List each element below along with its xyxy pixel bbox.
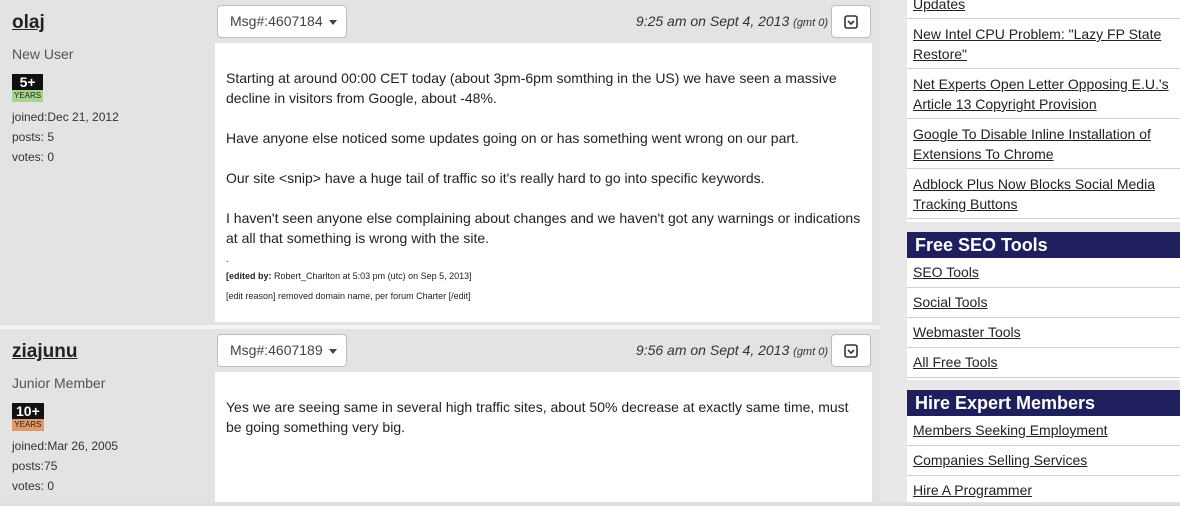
edit-note-label: [edited by: <box>226 271 272 281</box>
vote-count: votes: 0 <box>12 150 55 164</box>
tool-item: SEO Tools <box>907 258 1180 288</box>
post-count: posts: 5 <box>12 130 55 144</box>
tool-link[interactable]: All Free Tools <box>907 352 1180 372</box>
user-info: ziajunu Junior Member 10+ YEARS joined:M… <box>12 341 207 496</box>
post-body: Yes we are seeing same in several high t… <box>215 372 872 502</box>
free-seo-tools-panel: Free SEO Tools SEO Tools Social Tools We… <box>907 232 1180 380</box>
years-badge: 5+ YEARS <box>12 74 44 102</box>
post-paragraph: Our site <snip> have a huge tail of traf… <box>226 170 765 186</box>
news-item: Adblock Plus Now Blocks Social Media Tra… <box>907 169 1180 219</box>
message-id-label: Msg#:4607189 <box>230 342 323 358</box>
hire-link[interactable]: Companies Selling Services <box>907 450 1180 470</box>
news-link[interactable]: New Intel CPU Problem: "Lazy FP State Re… <box>907 24 1180 64</box>
caret-down-icon <box>328 19 337 25</box>
news-link[interactable]: Adblock Plus Now Blocks Social Media Tra… <box>907 174 1180 214</box>
hire-expert-members-panel: Hire Expert Members Members Seeking Empl… <box>907 390 1180 506</box>
user-meta: joined:Mar 26, 2005 posts:75 votes: 0 <box>12 436 207 496</box>
post-time: 9:56 am on Sept 4, 2013 <box>635 342 790 358</box>
caret-down-icon <box>328 348 337 354</box>
collapse-button[interactable] <box>831 334 871 367</box>
news-link[interactable]: Google To Disable Inline Installation of… <box>907 124 1180 164</box>
post-paragraph: Yes we are seeing same in several high t… <box>226 399 849 435</box>
post-timestamp: 9:56 am on Sept 4, 2013 (gmt 0) <box>636 342 828 360</box>
post: olaj New User 5+ YEARS joined:Dec 21, 20… <box>0 0 880 325</box>
message-id-label: Msg#:4607184 <box>230 13 323 29</box>
news-item: Updates <box>907 0 1180 19</box>
post-time: 9:25 am on Sept 4, 2013 <box>635 13 790 29</box>
post-count: posts:75 <box>12 459 58 473</box>
post-timezone: (gmt 0) <box>793 346 828 358</box>
years-badge-label: YEARS <box>12 90 44 102</box>
message-id-dropdown[interactable]: Msg#:4607184 <box>217 5 347 38</box>
joined-date: joined:Mar 26, 2005 <box>12 439 119 453</box>
collapse-button[interactable] <box>831 5 871 38</box>
post-paragraph: Have anyone else noticed some updates go… <box>226 130 799 146</box>
panel-heading: Hire Expert Members <box>907 390 1180 416</box>
hire-link[interactable]: Members Seeking Employment <box>907 420 1180 440</box>
years-badge-count: 10+ <box>12 403 44 419</box>
hire-link[interactable]: Hire A Programmer <box>907 480 1180 500</box>
edit-note-details: Robert_Charlton at 5:03 pm (utc) on Sep … <box>274 271 472 281</box>
posts-column: olaj New User 5+ YEARS joined:Dec 21, 20… <box>0 0 880 502</box>
message-id-dropdown[interactable]: Msg#:4607189 <box>217 334 347 367</box>
tool-item: Webmaster Tools <box>907 318 1180 348</box>
news-item: New Intel CPU Problem: "Lazy FP State Re… <box>907 19 1180 69</box>
years-badge-label: YEARS <box>12 419 44 431</box>
user-info: olaj New User 5+ YEARS joined:Dec 21, 20… <box>12 12 207 167</box>
tool-item: All Free Tools <box>907 348 1180 378</box>
post-body: Starting at around 00:00 CET today (abou… <box>215 43 872 322</box>
trailing-dot: . <box>226 254 229 264</box>
post-paragraph: I haven't seen anyone else complaining a… <box>226 210 861 246</box>
post: ziajunu Junior Member 10+ YEARS joined:M… <box>0 329 880 502</box>
hire-item: Members Seeking Employment <box>907 416 1180 446</box>
news-link[interactable]: Updates <box>907 0 1180 14</box>
sidebar: Updates New Intel CPU Problem: "Lazy FP … <box>880 0 1180 506</box>
news-item: Net Experts Open Letter Opposing E.U.'s … <box>907 69 1180 119</box>
edit-note: [edited by: Robert_Charlton at 5:03 pm (… <box>226 270 861 282</box>
tool-link[interactable]: Webmaster Tools <box>907 322 1180 342</box>
tool-link[interactable]: Social Tools <box>907 292 1180 312</box>
years-badge: 10+ YEARS <box>12 403 44 431</box>
news-list: Updates New Intel CPU Problem: "Lazy FP … <box>907 0 1180 222</box>
post-paragraph: Starting at around 00:00 CET today (abou… <box>226 70 837 106</box>
tool-link[interactable]: SEO Tools <box>907 262 1180 282</box>
user-rank: New User <box>12 46 74 62</box>
username-link[interactable]: ziajunu <box>12 341 207 363</box>
post-timezone: (gmt 0) <box>793 17 828 29</box>
years-badge-count: 5+ <box>12 74 44 90</box>
joined-date: joined:Dec 21, 2012 <box>12 110 119 124</box>
collapse-icon <box>844 343 858 358</box>
edit-reason: [edit reason] removed domain name, per f… <box>226 291 471 301</box>
username-link[interactable]: olaj <box>12 12 207 34</box>
hire-item: Companies Selling Services <box>907 446 1180 476</box>
user-meta: joined:Dec 21, 2012 posts: 5 votes: 0 <box>12 107 207 167</box>
tool-item: Social Tools <box>907 288 1180 318</box>
post-timestamp: 9:25 am on Sept 4, 2013 (gmt 0) <box>636 13 828 31</box>
collapse-icon <box>844 14 858 29</box>
news-item: Google To Disable Inline Installation of… <box>907 119 1180 169</box>
news-link[interactable]: Net Experts Open Letter Opposing E.U.'s … <box>907 74 1180 114</box>
user-rank: Junior Member <box>12 375 106 391</box>
panel-heading: Free SEO Tools <box>907 232 1180 258</box>
vote-count: votes: 0 <box>12 479 55 493</box>
